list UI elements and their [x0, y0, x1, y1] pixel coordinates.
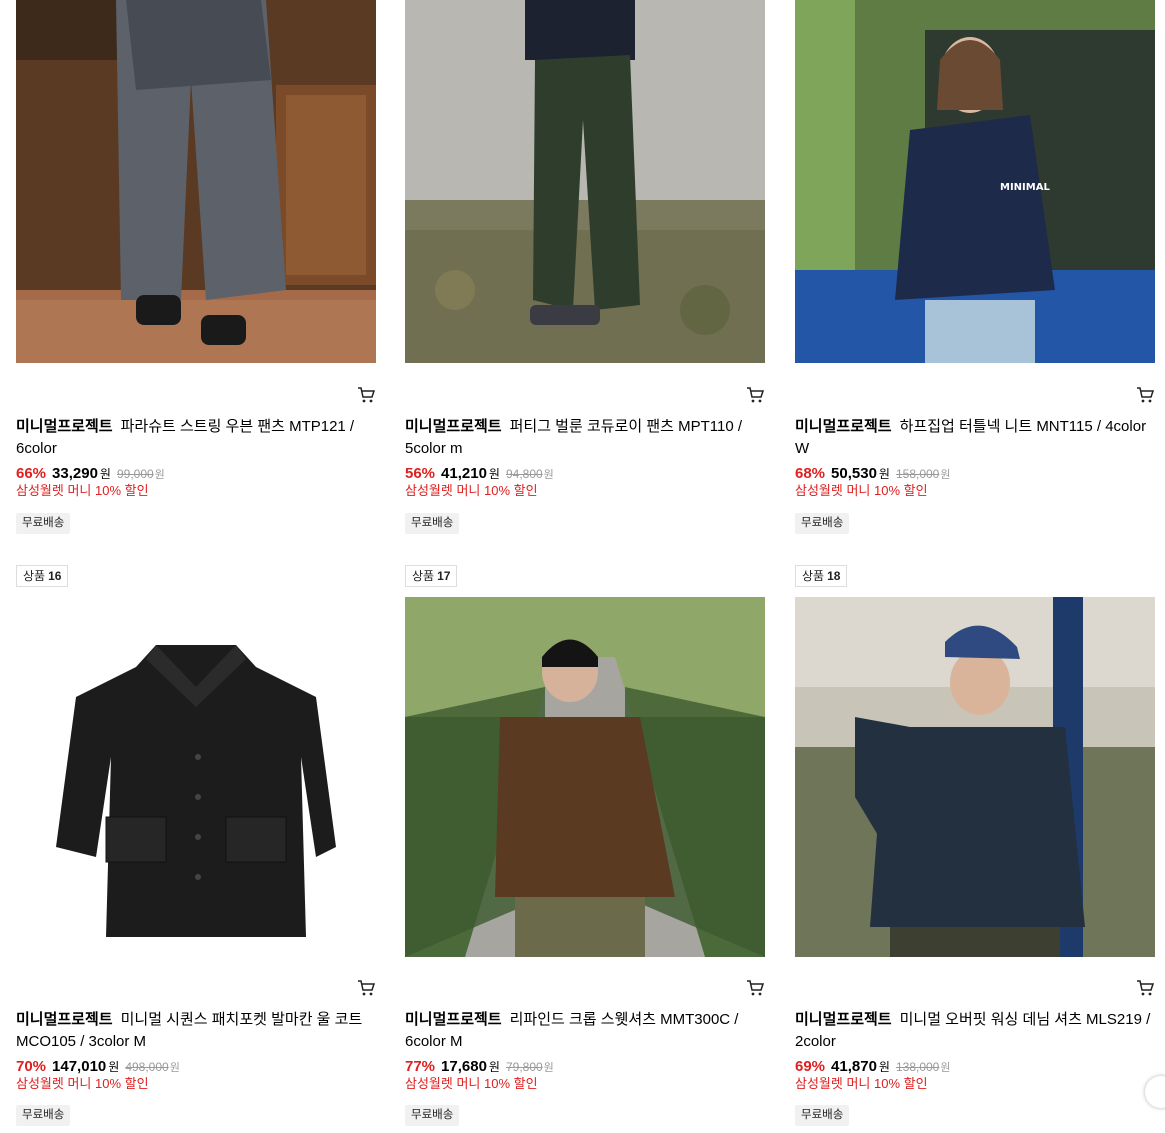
cart-icon[interactable]: [357, 386, 376, 404]
sale-price: 33,290: [52, 465, 98, 482]
shipping-badge: 무료배송: [16, 513, 71, 534]
discount-rate: 56%: [405, 465, 436, 482]
currency: 원: [878, 1060, 890, 1074]
product-title[interactable]: 미니멀프로젝트 미니멀 시퀀스 패치포켓 발마칸 울 코트 MCO105 / 3c…: [16, 1009, 376, 1053]
sale-price: 147,010: [52, 1058, 107, 1075]
sale-price: 41,870: [831, 1058, 877, 1075]
product-image[interactable]: [16, 0, 376, 363]
promo-text: 삼성월렛 머니 10% 할인: [405, 483, 538, 498]
badge-label: 상품: [802, 569, 825, 583]
shipping-badge: 무료배송: [405, 1105, 460, 1126]
original-currency: 원: [940, 469, 951, 481]
scroll-top-button[interactable]: [1145, 1076, 1165, 1108]
shipping-badge: 무료배송: [405, 513, 460, 534]
sale-price: 50,530: [831, 465, 877, 482]
promo-text: 삼성월렛 머니 10% 할인: [405, 1076, 538, 1091]
price-row: 70% 147,010 원 498,000원: [16, 1057, 180, 1077]
product-title[interactable]: 미니멀프로젝트 파라슈트 스트링 우븐 팬츠 MTP121 / 6color: [16, 416, 376, 460]
discount-rate: 66%: [16, 465, 47, 482]
badge-number: 16: [48, 569, 62, 583]
cart-icon[interactable]: [746, 979, 765, 997]
cart-icon[interactable]: [746, 386, 765, 404]
discount-rate: 77%: [405, 1058, 436, 1075]
promo-text: 삼성월렛 머니 10% 할인: [16, 483, 149, 498]
brand-name[interactable]: 미니멀프로젝트: [405, 418, 502, 435]
brand-name[interactable]: 미니멀프로젝트: [405, 1011, 502, 1028]
shipping-badge: 무료배송: [795, 1105, 850, 1126]
product-rank-badge: 상품 16: [16, 565, 69, 587]
original-currency: 원: [543, 469, 554, 481]
original-price: 158,000: [895, 467, 940, 481]
product-image[interactable]: [16, 597, 376, 957]
cart-icon[interactable]: [357, 979, 376, 997]
sale-price: 17,680: [441, 1058, 487, 1075]
brand-name[interactable]: 미니멀프로젝트: [795, 418, 892, 435]
product-image[interactable]: [405, 597, 765, 957]
discount-rate: 70%: [16, 1058, 47, 1075]
brand-name[interactable]: 미니멀프로젝트: [16, 418, 113, 435]
brand-name[interactable]: 미니멀프로젝트: [16, 1011, 113, 1028]
original-price: 94,800: [505, 467, 543, 481]
price-row: 69% 41,870 원 138,000원: [795, 1057, 950, 1077]
discount-rate: 69%: [795, 1058, 826, 1075]
price-row: 56% 41,210 원 94,800원: [405, 464, 554, 484]
cart-icon[interactable]: [1136, 386, 1155, 404]
svg-text:MINIMAL: MINIMAL: [1000, 182, 1050, 193]
shipping-badge: 무료배송: [16, 1105, 71, 1126]
original-price: 79,800: [505, 1060, 543, 1074]
product-title[interactable]: 미니멀프로젝트 리파인드 크롭 스웻셔츠 MMT300C / 6color M: [405, 1009, 765, 1053]
price-row: 77% 17,680 원 79,800원: [405, 1057, 554, 1077]
badge-label: 상품: [23, 569, 46, 583]
shipping-badge: 무료배송: [795, 513, 850, 534]
product-image[interactable]: MINIMAL: [795, 0, 1155, 363]
price-row: 66% 33,290 원 99,000원: [16, 464, 165, 484]
promo-text: 삼성월렛 머니 10% 할인: [16, 1076, 149, 1091]
currency: 원: [108, 1060, 120, 1074]
original-currency: 원: [154, 469, 165, 481]
product-card[interactable]: MINIMAL 미니멀프로젝트 하프집업 터틀넥 니트 MNT115 / 4col…: [795, 0, 1155, 534]
product-image[interactable]: [795, 597, 1155, 957]
original-price: 498,000: [125, 1060, 169, 1074]
original-currency: 원: [543, 1062, 554, 1074]
original-price: 99,000: [116, 467, 154, 481]
badge-number: 18: [827, 569, 841, 583]
cart-icon[interactable]: [1136, 979, 1155, 997]
currency: 원: [488, 467, 500, 481]
price-row: 68% 50,530 원 158,000원: [795, 464, 950, 484]
product-card[interactable]: 미니멀프로젝트 파라슈트 스트링 우븐 팬츠 MTP121 / 6color 66…: [16, 0, 376, 534]
original-currency: 원: [940, 1062, 951, 1074]
sale-price: 41,210: [441, 465, 487, 482]
brand-name[interactable]: 미니멀프로젝트: [795, 1011, 892, 1028]
product-rank-badge: 상품 17: [405, 565, 458, 587]
product-title[interactable]: 미니멀프로젝트 하프집업 터틀넥 니트 MNT115 / 4color W: [795, 416, 1155, 460]
product-rank-badge: 상품 18: [795, 565, 848, 587]
badge-number: 17: [437, 569, 451, 583]
original-price: 138,000: [895, 1060, 940, 1074]
badge-label: 상품: [412, 569, 435, 583]
discount-rate: 68%: [795, 465, 826, 482]
promo-text: 삼성월렛 머니 10% 할인: [795, 483, 928, 498]
currency: 원: [878, 467, 890, 481]
product-title[interactable]: 미니멀프로젝트 퍼티그 벌룬 코듀로이 팬츠 MPT110 / 5color m: [405, 416, 765, 460]
currency: 원: [488, 1060, 500, 1074]
currency: 원: [99, 467, 111, 481]
product-title[interactable]: 미니멀프로젝트 미니멀 오버핏 워싱 데님 셔츠 MLS219 / 2color: [795, 1009, 1155, 1053]
product-card[interactable]: 미니멀프로젝트 퍼티그 벌룬 코듀로이 팬츠 MPT110 / 5color m …: [405, 0, 765, 534]
product-image[interactable]: [405, 0, 765, 363]
promo-text: 삼성월렛 머니 10% 할인: [795, 1076, 928, 1091]
original-currency: 원: [169, 1062, 180, 1074]
